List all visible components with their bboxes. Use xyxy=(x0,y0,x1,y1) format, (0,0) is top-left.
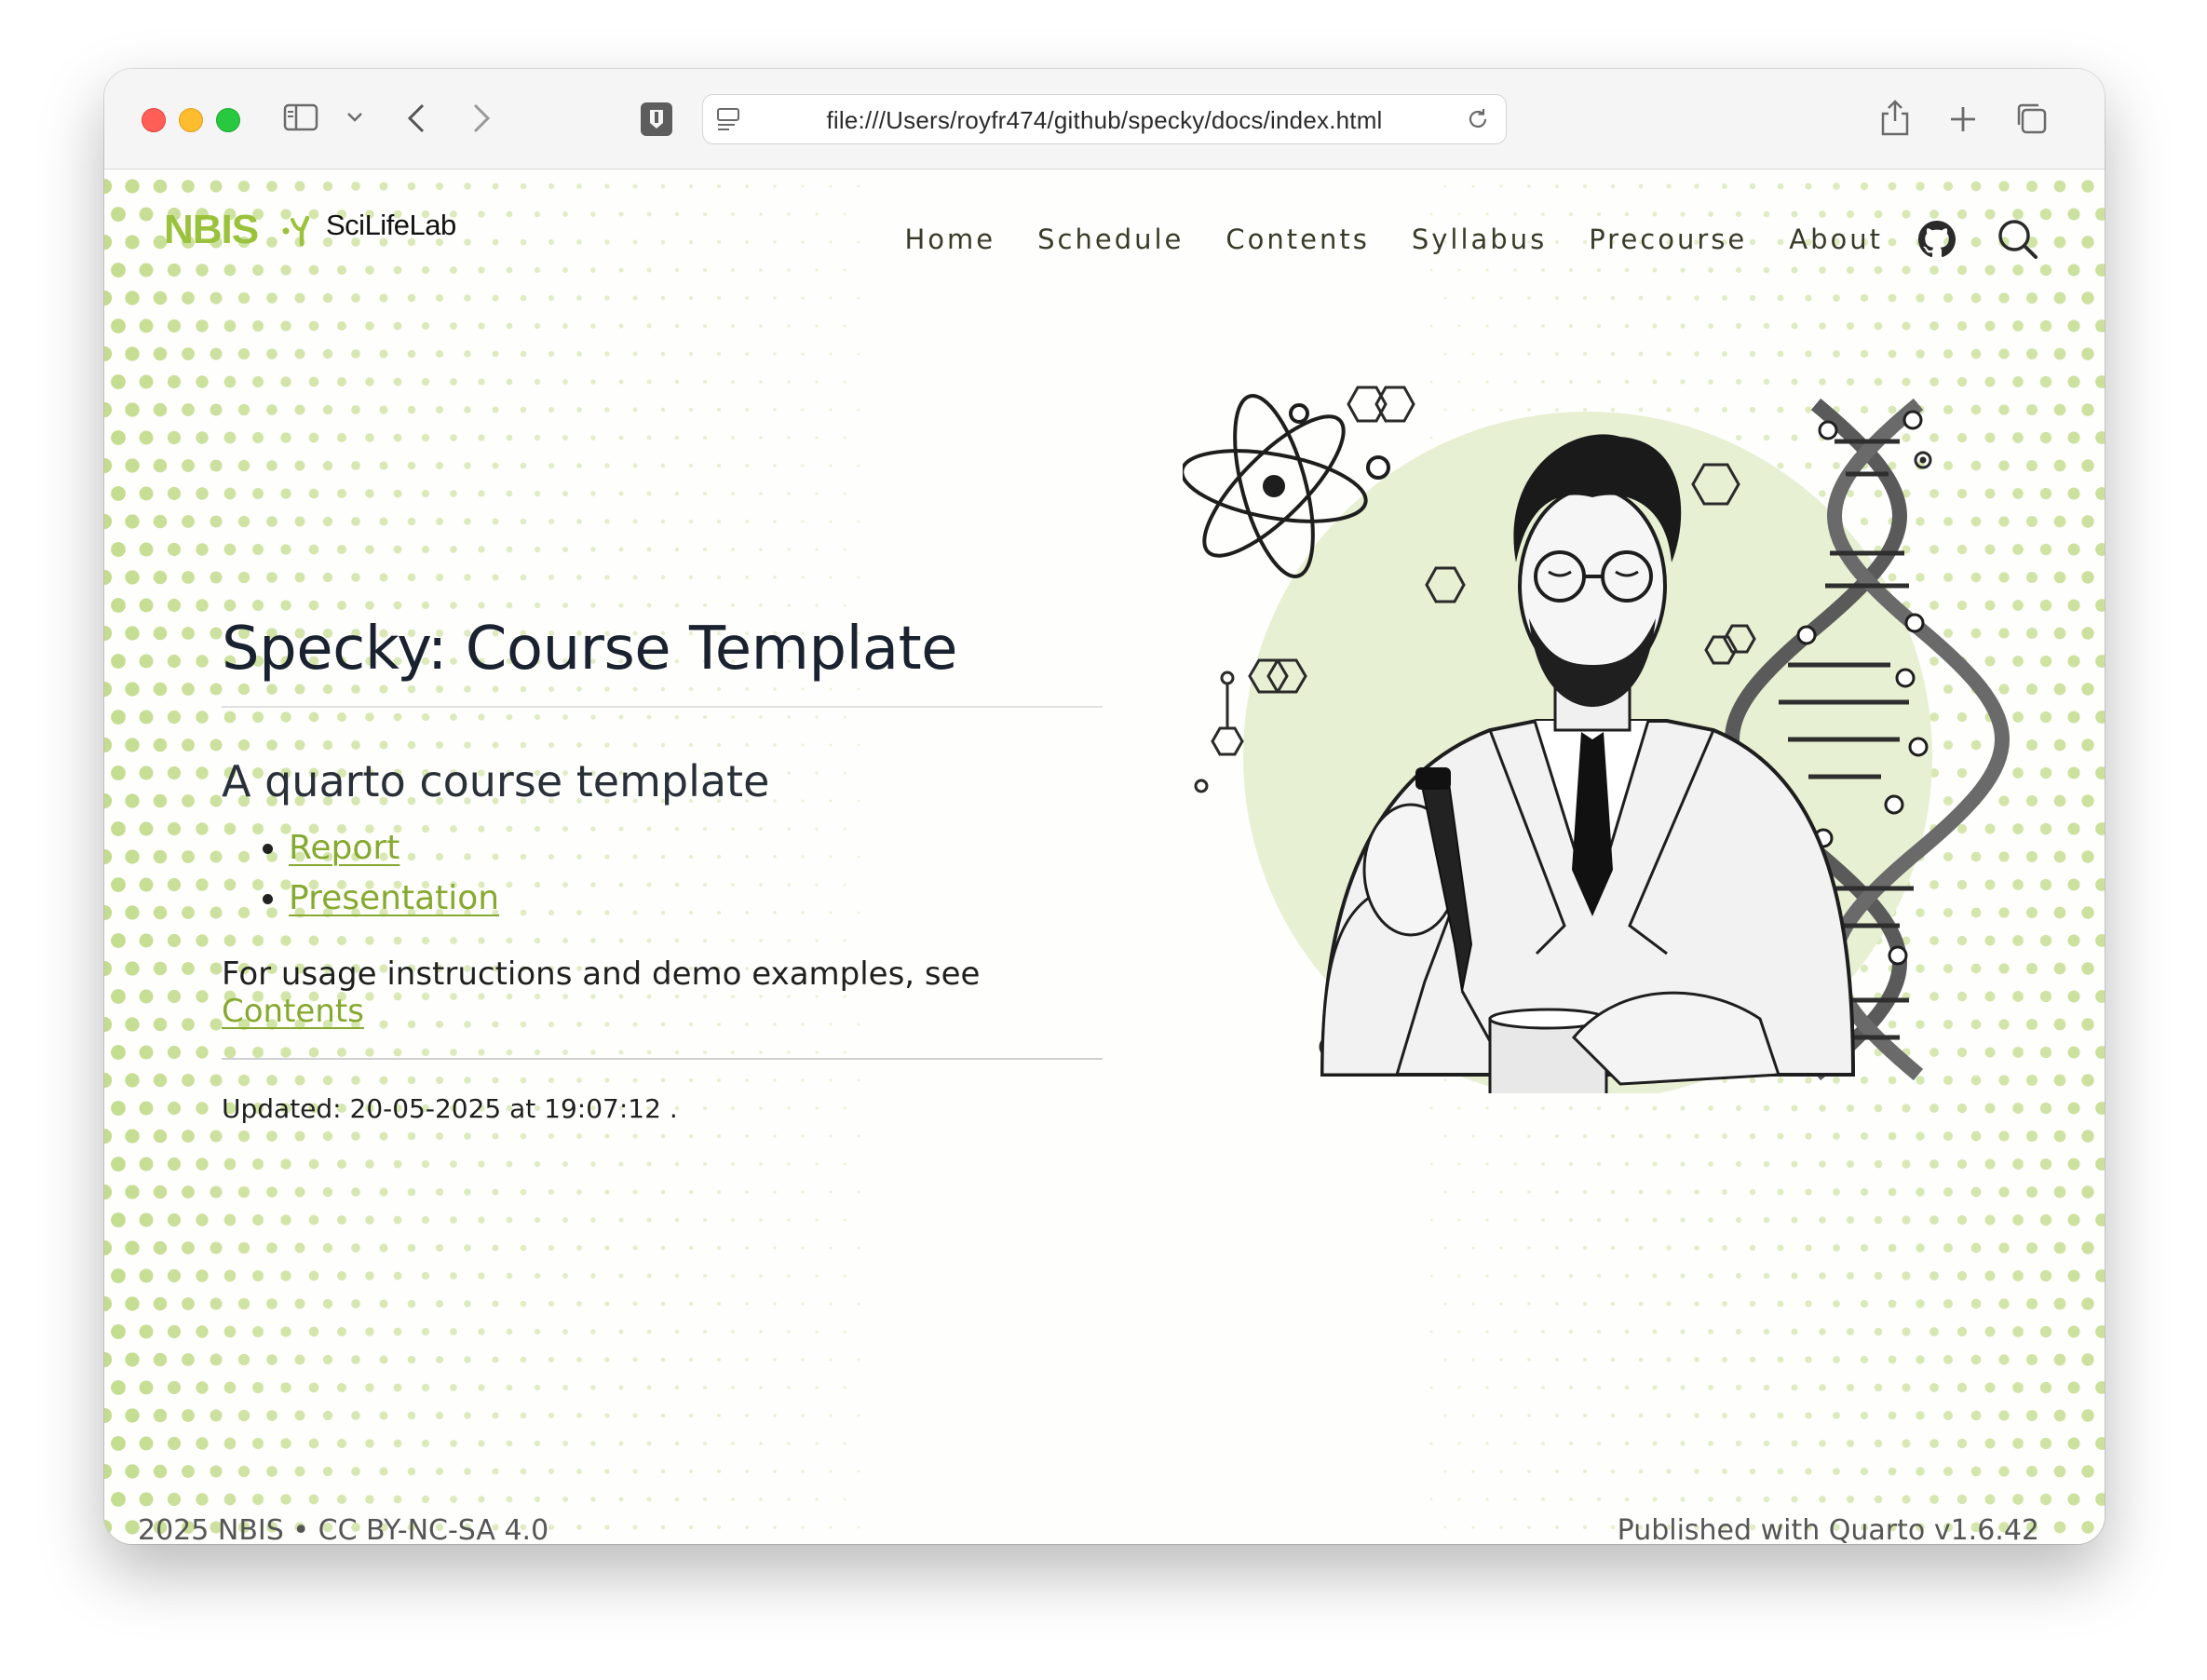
footer-bullet: • xyxy=(292,1514,310,1544)
minimize-window-button[interactable] xyxy=(179,108,203,132)
browser-window: file:///Users/royfr474/github/specky/doc… xyxy=(104,69,2105,1544)
nav-precourse[interactable]: Precourse xyxy=(1589,224,1747,255)
usage-text: For usage instructions and demo examples… xyxy=(222,955,1103,1030)
footer-nbis-link[interactable]: NBIS xyxy=(218,1514,284,1544)
nav-home[interactable]: Home xyxy=(904,224,995,255)
tab-overview-icon[interactable] xyxy=(2013,101,2049,136)
nbis-logo[interactable]: NBIS xyxy=(164,207,259,253)
report-link[interactable]: Report xyxy=(289,829,399,867)
page-title: Specky: Course Template xyxy=(222,615,1103,708)
top-nav: Home Schedule Contents Syllabus Precours… xyxy=(862,207,2039,272)
nav-contents[interactable]: Contents xyxy=(1225,224,1369,255)
reload-icon[interactable] xyxy=(1465,106,1491,132)
close-window-button[interactable] xyxy=(142,108,166,132)
nav-syllabus[interactable]: Syllabus xyxy=(1412,224,1547,255)
address-text: file:///Users/royfr474/github/specky/doc… xyxy=(826,106,1383,134)
contents-link[interactable]: Contents xyxy=(222,993,364,1030)
footer-quarto-link[interactable]: Quarto xyxy=(1829,1514,1925,1544)
updated-timestamp: Updated: 20-05-2025 at 19:07:12 . xyxy=(222,1093,678,1124)
divider xyxy=(222,1058,1103,1060)
share-icon[interactable] xyxy=(1879,97,1911,138)
github-icon[interactable] xyxy=(1918,221,1956,258)
list-item: Presentation xyxy=(289,874,1103,924)
new-tab-icon[interactable] xyxy=(1948,104,1978,134)
search-icon[interactable] xyxy=(1997,218,2039,261)
page-subtitle: A quarto course template xyxy=(222,756,770,806)
back-icon[interactable] xyxy=(406,102,427,134)
footer-version: v1.6.42 xyxy=(1933,1514,2039,1544)
nav-about[interactable]: About xyxy=(1789,224,1883,255)
footer-copyright: 2025 NBIS • CC BY-NC-SA 4.0 xyxy=(138,1514,548,1544)
main-content: Specky: Course Template A quarto course … xyxy=(222,615,1103,1124)
sidebar-toggle-icon[interactable] xyxy=(283,102,320,132)
scilifelab-mark-icon xyxy=(281,212,318,253)
forward-icon[interactable] xyxy=(471,102,492,134)
footer-published-prefix: Published with xyxy=(1617,1514,1821,1544)
link-list: Report Presentation xyxy=(222,823,1103,924)
scientist-illustration xyxy=(1180,386,2049,1118)
privacy-shield-icon[interactable] xyxy=(639,101,674,138)
list-item: Report xyxy=(289,823,1103,874)
nav-schedule[interactable]: Schedule xyxy=(1037,224,1184,255)
footer-license-link[interactable]: CC BY-NC-SA 4.0 xyxy=(318,1514,549,1544)
browser-toolbar: file:///Users/royfr474/github/specky/doc… xyxy=(104,69,2105,169)
presentation-link[interactable]: Presentation xyxy=(289,879,499,917)
chevron-down-icon[interactable] xyxy=(346,112,363,123)
usage-prefix: For usage instructions and demo examples… xyxy=(222,955,981,993)
footer-year: 2025 xyxy=(138,1514,210,1544)
footer-published: Published with Quarto v1.6.42 xyxy=(1618,1514,2039,1544)
address-bar[interactable]: file:///Users/royfr474/github/specky/doc… xyxy=(702,94,1507,144)
web-page: NBIS SciLifeLab Home Schedule Contents S… xyxy=(104,169,2105,1544)
zoom-window-button[interactable] xyxy=(216,108,240,132)
scilifelab-logo[interactable]: SciLifeLab xyxy=(326,209,456,242)
